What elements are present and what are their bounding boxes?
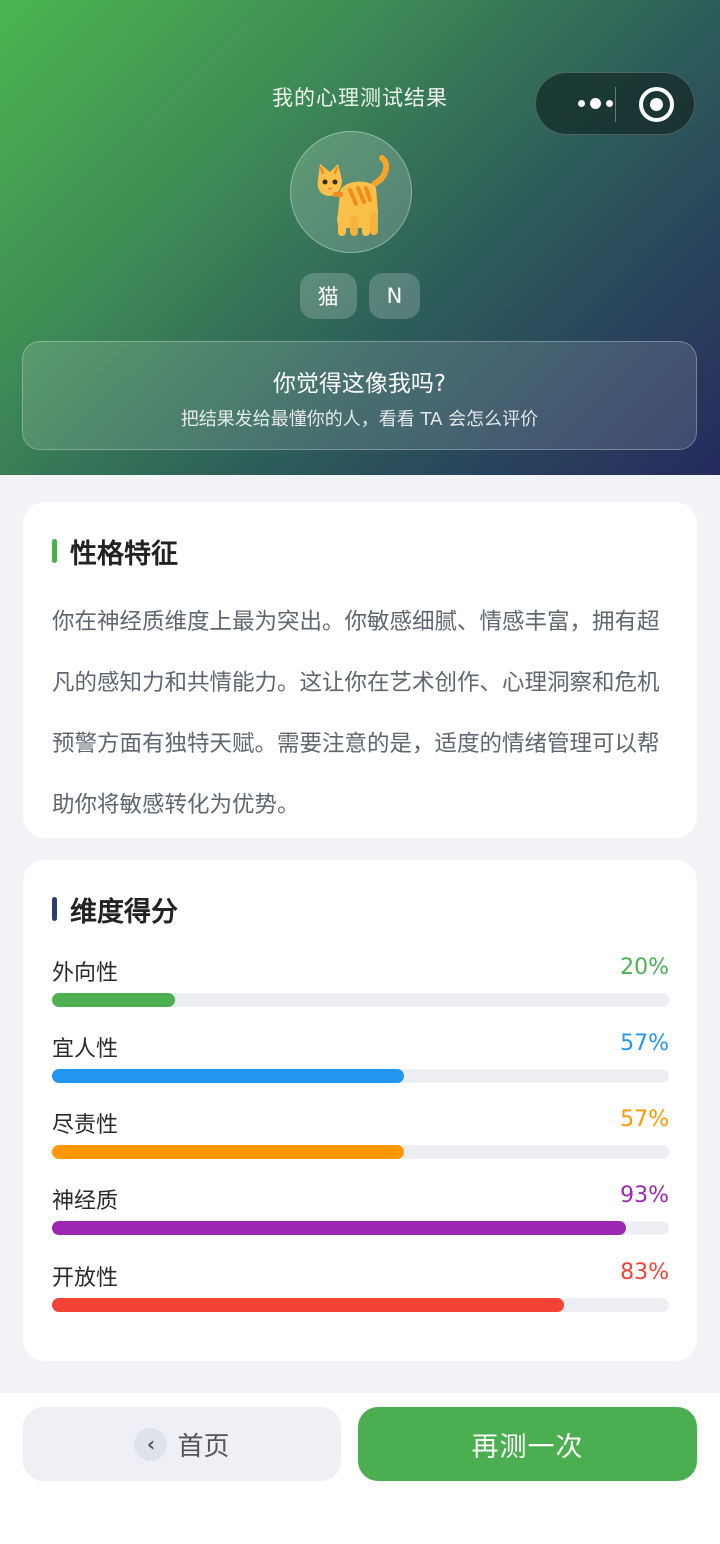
target-icon[interactable] (639, 87, 674, 122)
score-percent: 93% (620, 1183, 669, 1208)
score-percent: 83% (620, 1260, 669, 1285)
retry-button[interactable]: 再测一次 (358, 1407, 697, 1481)
score-row-conscientiousness: 尽责性 57% (52, 1107, 669, 1167)
share-prompt-card[interactable]: 你觉得这像我吗? 把结果发给最懂你的人，看看 TA 会怎么评价 (22, 341, 697, 450)
score-percent: 20% (620, 955, 669, 980)
score-track (52, 993, 669, 1007)
tag-animal: 猫 (299, 273, 357, 319)
more-dots-icon[interactable] (556, 73, 634, 134)
score-track (52, 1221, 669, 1235)
score-row-openness: 开放性 83% (52, 1260, 669, 1320)
share-subtitle: 把结果发给最懂你的人，看看 TA 会怎么评价 (180, 409, 539, 430)
cat-icon (317, 155, 390, 236)
scores-title: 维度得分 (52, 891, 178, 928)
mini-program-capsule (535, 72, 695, 135)
share-question: 你觉得这像我吗? (272, 371, 447, 397)
score-name: 神经质 (52, 1189, 119, 1214)
home-button-label: 首页 (177, 1431, 230, 1462)
traits-title-text: 性格特征 (70, 538, 178, 570)
scores-card: 维度得分 外向性 20% 宜人性 57% 尽责性 57% 神经质 93% 开放性… (23, 860, 697, 1361)
result-header: 我的心理测试结果 猫 N 你觉得这像我吗? 把结果发给最懂你的人，看看 TA 会… (0, 0, 720, 475)
score-track (52, 1145, 669, 1159)
score-track (52, 1298, 669, 1312)
score-fill (52, 993, 176, 1007)
chevron-left-icon: ‹ (134, 1427, 168, 1461)
score-percent: 57% (620, 1107, 669, 1132)
score-name: 尽责性 (52, 1113, 119, 1138)
score-fill (52, 1221, 626, 1235)
score-row-agreeableness: 宜人性 57% (52, 1031, 669, 1091)
score-fill (52, 1069, 404, 1083)
score-row-extraversion: 外向性 20% (52, 955, 669, 1015)
score-percent: 57% (620, 1031, 669, 1056)
traits-title: 性格特征 (52, 533, 178, 570)
traits-card: 性格特征 你在神经质维度上最为突出。你敏感细腻、情感丰富，拥有超凡的感知力和共情… (23, 502, 697, 838)
result-tags: 猫 N (0, 273, 720, 319)
bottom-action-bar: ‹ 首页 再测一次 (0, 1393, 720, 1544)
capsule-divider (615, 87, 616, 122)
score-fill (52, 1145, 404, 1159)
score-name: 宜人性 (52, 1037, 119, 1062)
retry-button-label: 再测一次 (471, 1431, 584, 1463)
score-name: 外向性 (52, 961, 119, 986)
score-row-neuroticism: 神经质 93% (52, 1183, 669, 1243)
score-track (52, 1069, 669, 1083)
tag-type: N (368, 273, 421, 319)
score-fill (52, 1298, 565, 1312)
score-name: 开放性 (52, 1266, 119, 1291)
section-accent-bar (52, 539, 57, 563)
scores-title-text: 维度得分 (70, 896, 178, 928)
home-button[interactable]: ‹ 首页 (23, 1407, 341, 1481)
traits-description: 你在神经质维度上最为突出。你敏感细腻、情感丰富，拥有超凡的感知力和共情能力。这让… (52, 609, 660, 818)
section-accent-bar (52, 897, 57, 921)
avatar (290, 131, 412, 253)
